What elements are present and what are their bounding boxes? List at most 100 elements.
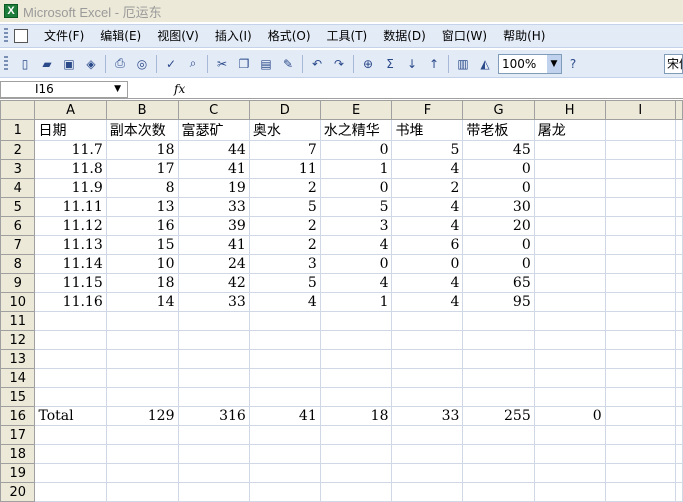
- help-icon[interactable]: ?: [563, 54, 583, 74]
- cell[interactable]: [248, 330, 321, 350]
- cell[interactable]: [34, 444, 107, 464]
- row-header[interactable]: 1: [0, 119, 36, 141]
- print-icon[interactable]: ⎙: [110, 54, 130, 74]
- cell[interactable]: [675, 235, 683, 255]
- cell[interactable]: 5: [248, 197, 321, 217]
- cell[interactable]: 11.7: [34, 140, 107, 160]
- cell[interactable]: [319, 311, 393, 331]
- research-icon[interactable]: ⌕: [183, 54, 203, 74]
- cell[interactable]: [604, 463, 677, 483]
- cell[interactable]: [177, 368, 250, 388]
- cell[interactable]: [675, 159, 683, 179]
- cell[interactable]: 4: [248, 292, 321, 312]
- cell[interactable]: [533, 140, 606, 160]
- menu-help[interactable]: 帮助(H): [495, 25, 553, 47]
- row-header[interactable]: 18: [0, 444, 36, 464]
- cell[interactable]: 4: [391, 197, 464, 217]
- row-header[interactable]: 8: [0, 254, 36, 274]
- cell[interactable]: 14: [105, 292, 179, 312]
- cell[interactable]: [533, 330, 606, 350]
- cell[interactable]: [34, 311, 107, 331]
- cell[interactable]: [533, 159, 606, 179]
- cell[interactable]: [105, 463, 179, 483]
- cell[interactable]: 书堆: [391, 119, 464, 141]
- insert-function-icon[interactable]: fx: [174, 82, 185, 96]
- row-header[interactable]: 16: [0, 406, 36, 426]
- cell[interactable]: [675, 482, 683, 502]
- cell[interactable]: [604, 273, 677, 293]
- cell[interactable]: 4: [391, 159, 464, 179]
- cell[interactable]: 20: [462, 216, 535, 236]
- cell[interactable]: 副本次数: [105, 119, 179, 141]
- row-header[interactable]: 12: [0, 330, 36, 350]
- toolbar-grip-icon[interactable]: [4, 55, 8, 72]
- cell[interactable]: 17: [105, 159, 179, 179]
- row-header[interactable]: 4: [0, 178, 36, 198]
- cell[interactable]: [604, 482, 677, 502]
- cell[interactable]: 1: [319, 292, 393, 312]
- row-header[interactable]: 13: [0, 349, 36, 369]
- cell[interactable]: [177, 330, 250, 350]
- cell[interactable]: [34, 463, 107, 483]
- cell[interactable]: 0: [462, 254, 535, 274]
- cell[interactable]: [533, 349, 606, 369]
- cell[interactable]: 0: [319, 140, 393, 160]
- cell[interactable]: 10: [105, 254, 179, 274]
- row-header[interactable]: 14: [0, 368, 36, 388]
- chevron-down-icon[interactable]: ▼: [114, 84, 127, 94]
- cell[interactable]: [248, 482, 321, 502]
- cell[interactable]: 0: [391, 254, 464, 274]
- cell[interactable]: [105, 444, 179, 464]
- cell[interactable]: [391, 349, 464, 369]
- cell[interactable]: [533, 254, 606, 274]
- cell[interactable]: [391, 330, 464, 350]
- cell[interactable]: 0: [533, 406, 606, 426]
- cell[interactable]: [604, 425, 677, 445]
- cell[interactable]: [533, 463, 606, 483]
- cell[interactable]: [105, 330, 179, 350]
- cell[interactable]: [533, 444, 606, 464]
- menu-window[interactable]: 窗口(W): [434, 25, 495, 47]
- cell[interactable]: [248, 311, 321, 331]
- cell[interactable]: [462, 444, 535, 464]
- cell[interactable]: [248, 387, 321, 407]
- cell[interactable]: 1: [319, 159, 393, 179]
- cell[interactable]: [462, 368, 535, 388]
- cell[interactable]: [675, 311, 683, 331]
- cell[interactable]: [319, 349, 393, 369]
- print-preview-icon[interactable]: ◎: [132, 54, 152, 74]
- cell[interactable]: [675, 406, 683, 426]
- row-header[interactable]: 17: [0, 425, 36, 445]
- cell[interactable]: [391, 387, 464, 407]
- cell[interactable]: [604, 216, 677, 236]
- row-header[interactable]: 15: [0, 387, 36, 407]
- cell[interactable]: 7: [248, 140, 321, 160]
- cell[interactable]: [462, 482, 535, 502]
- cell[interactable]: [248, 368, 321, 388]
- row-header[interactable]: 7: [0, 235, 36, 255]
- menu-view[interactable]: 视图(V): [149, 25, 207, 47]
- cell[interactable]: [533, 311, 606, 331]
- cell[interactable]: 2: [248, 178, 321, 198]
- cell[interactable]: [391, 482, 464, 502]
- cell[interactable]: [391, 311, 464, 331]
- cell[interactable]: [177, 463, 250, 483]
- menu-edit[interactable]: 编辑(E): [92, 25, 149, 47]
- cell[interactable]: [319, 330, 393, 350]
- row-header[interactable]: 9: [0, 273, 36, 293]
- select-all-corner[interactable]: [0, 100, 36, 120]
- cell[interactable]: 15: [105, 235, 179, 255]
- cell[interactable]: [533, 197, 606, 217]
- cell[interactable]: [319, 444, 393, 464]
- copy-icon[interactable]: ❐: [234, 54, 254, 74]
- row-header[interactable]: 5: [0, 197, 36, 217]
- redo-icon[interactable]: ↷: [329, 54, 349, 74]
- undo-icon[interactable]: ↶: [307, 54, 327, 74]
- chart-wizard-icon[interactable]: ▥: [453, 54, 473, 74]
- cell[interactable]: [34, 482, 107, 502]
- menu-file[interactable]: 文件(F): [36, 25, 92, 47]
- cell[interactable]: [604, 349, 677, 369]
- cell[interactable]: 18: [105, 273, 179, 293]
- cell[interactable]: 4: [391, 273, 464, 293]
- autosum-icon[interactable]: Σ: [380, 54, 400, 74]
